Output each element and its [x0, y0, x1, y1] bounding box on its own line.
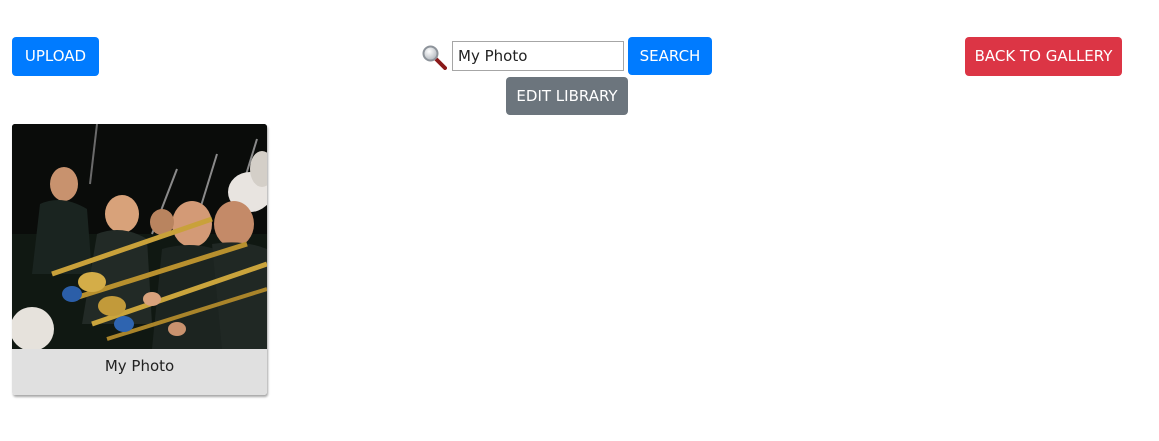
search-button[interactable]: SEARCH: [628, 37, 712, 75]
upload-button[interactable]: UPLOAD: [12, 37, 99, 76]
photo-caption: My Photo: [12, 349, 267, 395]
magnifier-icon: [421, 44, 447, 70]
photo-thumbnail[interactable]: [12, 124, 267, 351]
photo-library-page: UPLOAD SEARCH BACK TO GALLERY EDIT LIBRA…: [0, 0, 1159, 441]
search-input[interactable]: [452, 41, 624, 71]
back-to-gallery-button[interactable]: BACK TO GALLERY: [965, 37, 1122, 76]
edit-library-button[interactable]: EDIT LIBRARY: [506, 77, 628, 115]
photo-card[interactable]: My Photo: [12, 124, 267, 395]
